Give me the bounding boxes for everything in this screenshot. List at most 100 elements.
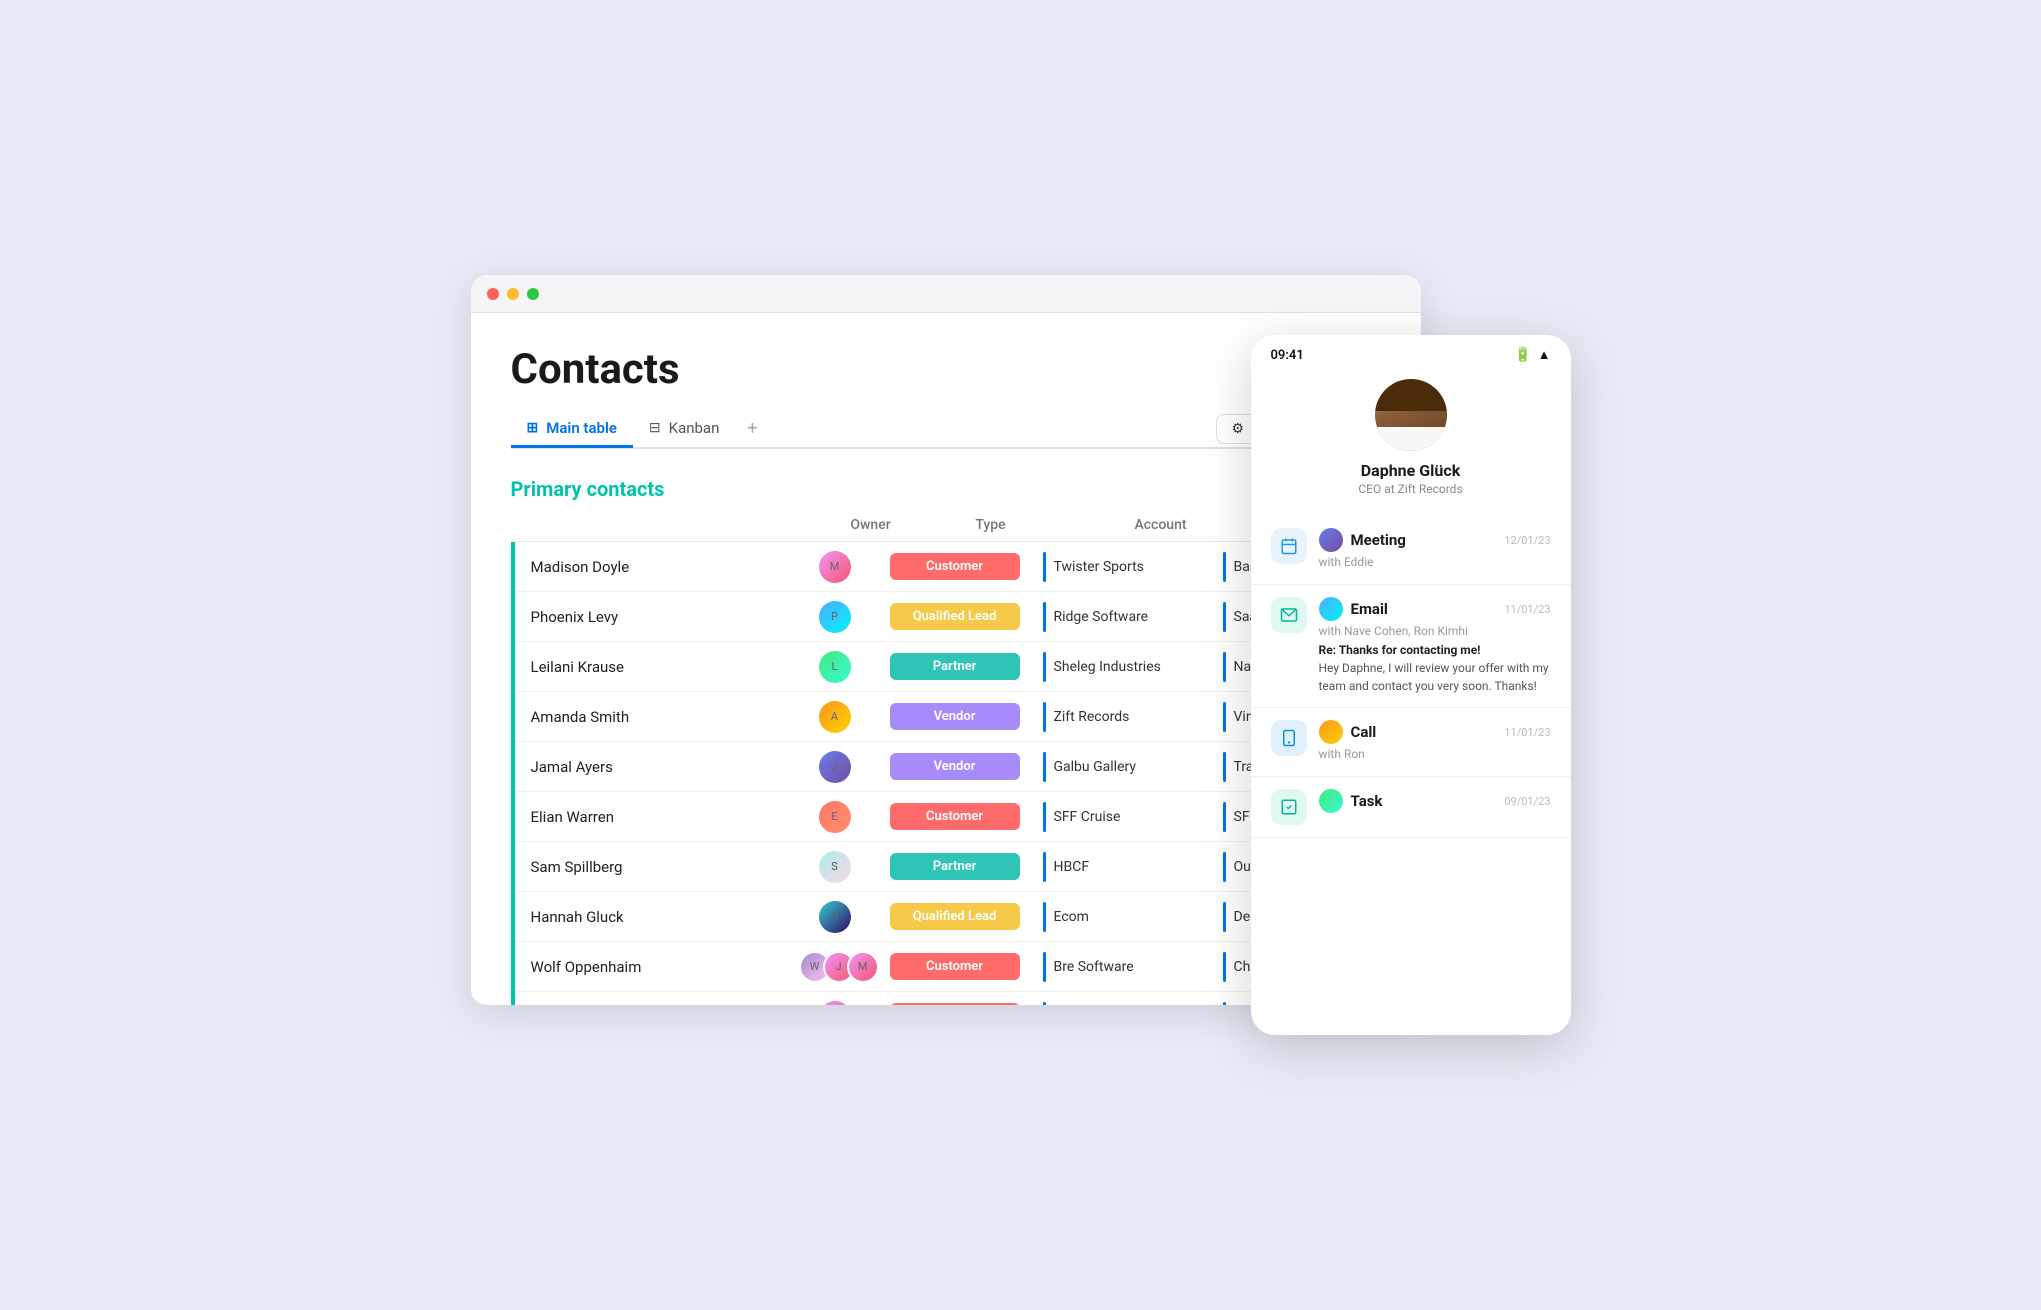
- deals-bar: [1223, 902, 1226, 932]
- account-bar: [1043, 552, 1046, 582]
- avatar: S: [819, 851, 851, 883]
- cell-account: Ecom: [1035, 902, 1215, 932]
- activity-header: Email11/01/23: [1319, 597, 1551, 621]
- type-badge: Customer: [890, 553, 1020, 580]
- integrate-icon: ⚙: [1231, 421, 1244, 437]
- cell-account: HBCF: [1035, 852, 1215, 882]
- account-bar: [1043, 802, 1046, 832]
- type-badge: Customer: [890, 803, 1020, 830]
- mobile-person-title: CEO at Zift Records: [1358, 482, 1462, 496]
- cell-owner: J: [795, 751, 875, 783]
- status-icons: 🔋 ▲: [1514, 347, 1550, 363]
- cell-account: Sheleg Industries: [1035, 652, 1215, 682]
- activity-content: Task 09/01/23: [1319, 789, 1551, 816]
- tab-add-button[interactable]: +: [735, 410, 769, 447]
- cell-type: Customer: [875, 953, 1035, 980]
- avatar: E: [819, 801, 851, 833]
- activity-content: Meeting12/01/23with Eddie: [1319, 528, 1551, 572]
- window-titlebar: [471, 275, 1421, 313]
- type-badge: Vendor: [890, 753, 1020, 780]
- activity-item[interactable]: Email11/01/23 with Nave Cohen, Ron Kimhi R…: [1251, 585, 1571, 708]
- account-bar: [1043, 852, 1046, 882]
- tab-kanban[interactable]: ⊟ Kanban: [633, 411, 735, 448]
- activity-type-label: Meeting: [1351, 531, 1497, 549]
- wifi-icon: ▲: [1538, 347, 1551, 363]
- activity-item[interactable]: Task 09/01/23: [1251, 777, 1571, 838]
- account-bar: [1043, 952, 1046, 982]
- type-badge: Partner: [890, 653, 1020, 680]
- cell-owner: S: [795, 851, 875, 883]
- type-badge: Qualified Lead: [890, 903, 1020, 930]
- cell-type: Partner: [875, 653, 1035, 680]
- cell-contact-name: Amanda Smith: [515, 708, 795, 726]
- activity-date: 11/01/23: [1504, 726, 1550, 739]
- activity-header: Meeting12/01/23: [1319, 528, 1551, 552]
- activity-type-label: Task: [1351, 792, 1497, 810]
- deals-bar: [1223, 952, 1226, 982]
- cell-account: SFF Cruise: [1035, 802, 1215, 832]
- cell-contact-name: Sam Spillberg: [515, 858, 795, 876]
- activity-item[interactable]: Call11/01/23with Ron: [1251, 708, 1571, 777]
- cell-contact-name: Phoenix Levy: [515, 608, 795, 626]
- cell-contact-name: Madison Doyle: [515, 558, 795, 576]
- avatar: J: [819, 751, 851, 783]
- cell-owner: A: [795, 701, 875, 733]
- deals-bar: [1223, 652, 1226, 682]
- deals-bar: [1223, 1002, 1226, 1006]
- deals-bar: [1223, 852, 1226, 882]
- cell-account: Bre Software: [1035, 952, 1215, 982]
- mobile-activities: Meeting12/01/23with EddieEmail11/01/23wi…: [1251, 512, 1571, 1035]
- cell-contact-name: Jamal Ayers: [515, 758, 795, 776]
- mobile-status-bar: 09:41 🔋 ▲: [1251, 335, 1571, 371]
- activity-icon-wrap: [1271, 720, 1307, 756]
- cell-type: Partner: [875, 853, 1035, 880]
- cell-contact-name: Hannah Gluck: [515, 908, 795, 926]
- cell-owner: M: [795, 551, 875, 583]
- account-bar: [1043, 752, 1046, 782]
- cell-account: Zift Records: [1035, 702, 1215, 732]
- cell-type: Vendor: [875, 753, 1035, 780]
- activity-item[interactable]: Meeting12/01/23with Eddie: [1251, 516, 1571, 585]
- avatar: J: [819, 1001, 851, 1006]
- table-icon: ⊞: [527, 420, 539, 436]
- cell-type: Qualified Lead: [875, 903, 1035, 930]
- avatar: M: [819, 551, 851, 583]
- activity-date: 09/01/23: [1504, 795, 1550, 808]
- deals-bar: [1223, 802, 1226, 832]
- minimize-dot[interactable]: [507, 288, 519, 300]
- type-badge: Vendor: [890, 703, 1020, 730]
- type-badge: Customer: [890, 1003, 1020, 1005]
- account-bar: [1043, 1002, 1046, 1006]
- activity-body: Re: Thanks for contacting me!Hey Daphne,…: [1319, 641, 1551, 695]
- deals-bar: [1223, 552, 1226, 582]
- maximize-dot[interactable]: [527, 288, 539, 300]
- activity-sub: with Nave Cohen, Ron Kimhi: [1319, 624, 1551, 638]
- battery-icon: 🔋: [1514, 347, 1531, 363]
- cell-type: Qualified Lead: [875, 603, 1035, 630]
- close-dot[interactable]: [487, 288, 499, 300]
- cell-owner: J: [795, 1001, 875, 1006]
- cell-contact-name: Elian Warren: [515, 808, 795, 826]
- avatar: A: [819, 701, 851, 733]
- cell-owner: H: [795, 901, 875, 933]
- cell-contact-name: Leilani Krause: [515, 658, 795, 676]
- account-bar: [1043, 702, 1046, 732]
- activity-person-avatar: [1319, 528, 1343, 552]
- deals-bar: [1223, 602, 1226, 632]
- cell-account: Twister Sports: [1035, 552, 1215, 582]
- activity-type-label: Email: [1351, 600, 1497, 618]
- activity-person-avatar: [1319, 597, 1343, 621]
- cell-account: Galbu Gallery: [1035, 752, 1215, 782]
- cell-type: Vendor: [875, 703, 1035, 730]
- account-bar: [1043, 652, 1046, 682]
- activity-person-avatar: [1319, 789, 1343, 813]
- activity-type-label: Call: [1351, 723, 1497, 741]
- cell-type: Customer: [875, 803, 1035, 830]
- account-bar: [1043, 902, 1046, 932]
- cell-owner: P: [795, 601, 875, 633]
- tab-main-table[interactable]: ⊞ Main table: [511, 411, 633, 448]
- deals-bar: [1223, 702, 1226, 732]
- activity-content: Email11/01/23 with Nave Cohen, Ron Kimhi R…: [1319, 597, 1551, 695]
- cell-owner: E: [795, 801, 875, 833]
- cell-owner: WJM: [795, 951, 875, 983]
